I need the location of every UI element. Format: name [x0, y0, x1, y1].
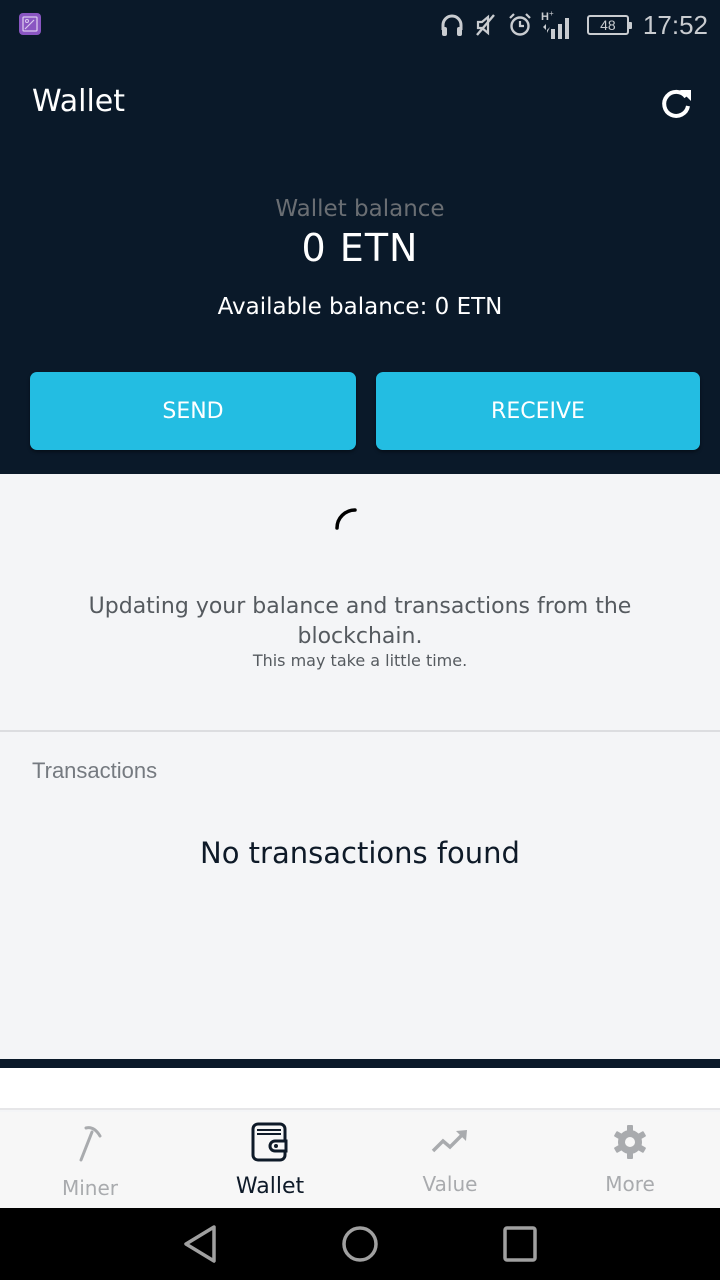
receive-button[interactable]: RECEIVE — [376, 372, 700, 450]
nav-label-more: More — [605, 1172, 655, 1196]
nav-item-miner[interactable]: Miner — [0, 1112, 180, 1208]
loading-spinner-icon — [335, 508, 357, 530]
transactions-section-label: Transactions — [32, 758, 158, 783]
alarm-icon — [509, 13, 531, 36]
status-icons: H + 48 17:52 — [439, 8, 708, 42]
nav-label-wallet: Wallet — [235, 1174, 305, 1199]
nav-label-miner: Miner — [61, 1176, 118, 1200]
refresh-button[interactable] — [660, 86, 694, 120]
system-navigation-bar — [0, 1208, 720, 1280]
wallet-balance-value: 0 ETN — [301, 226, 419, 270]
send-button[interactable]: SEND — [30, 372, 356, 450]
recents-button[interactable] — [500, 1224, 540, 1264]
content-bottom-border — [0, 1059, 720, 1068]
status-time: 17:52 — [642, 9, 708, 40]
status-bar: H + 48 17:52 — [0, 0, 720, 50]
sync-submessage: This may take a little time. — [252, 651, 468, 670]
signal-icon: H + — [541, 10, 569, 39]
nav-item-value[interactable]: Value — [360, 1112, 540, 1208]
wallet-icon — [250, 1120, 290, 1164]
spacer — [0, 1068, 720, 1110]
section-divider — [0, 730, 720, 732]
sync-message: Updating your balance and transactions f… — [88, 594, 632, 649]
wallet-header: Wallet Wallet balance 0 ETN Available ba… — [0, 50, 720, 474]
home-button[interactable] — [340, 1224, 380, 1264]
pickaxe-icon — [70, 1120, 110, 1164]
available-balance: Available balance: 0 ETN — [217, 294, 503, 320]
home-icon — [342, 1226, 378, 1262]
wallet-balance-label: Wallet balance — [275, 196, 445, 222]
gallery-notification-icon — [19, 13, 41, 35]
battery-indicator: 48 — [586, 15, 632, 35]
svg-text:+: + — [549, 10, 554, 18]
trending-up-icon — [430, 1120, 470, 1164]
bottom-navigation: Miner Wallet Value More — [0, 1112, 720, 1208]
refresh-icon — [662, 89, 691, 118]
nav-label-value: Value — [422, 1172, 478, 1196]
nav-item-wallet[interactable]: Wallet — [180, 1112, 360, 1208]
svg-text:H: H — [541, 11, 549, 23]
gear-icon — [610, 1120, 650, 1164]
back-icon — [184, 1225, 216, 1263]
recents-icon — [503, 1226, 537, 1262]
empty-transactions-message: No transactions found — [200, 836, 520, 870]
headphones-icon — [441, 14, 463, 36]
mute-icon — [476, 14, 495, 36]
sync-status-section: Updating your balance and transactions f… — [0, 474, 720, 730]
page-title: Wallet — [32, 84, 126, 119]
nav-item-more[interactable]: More — [540, 1112, 720, 1208]
back-button[interactable] — [180, 1224, 220, 1264]
